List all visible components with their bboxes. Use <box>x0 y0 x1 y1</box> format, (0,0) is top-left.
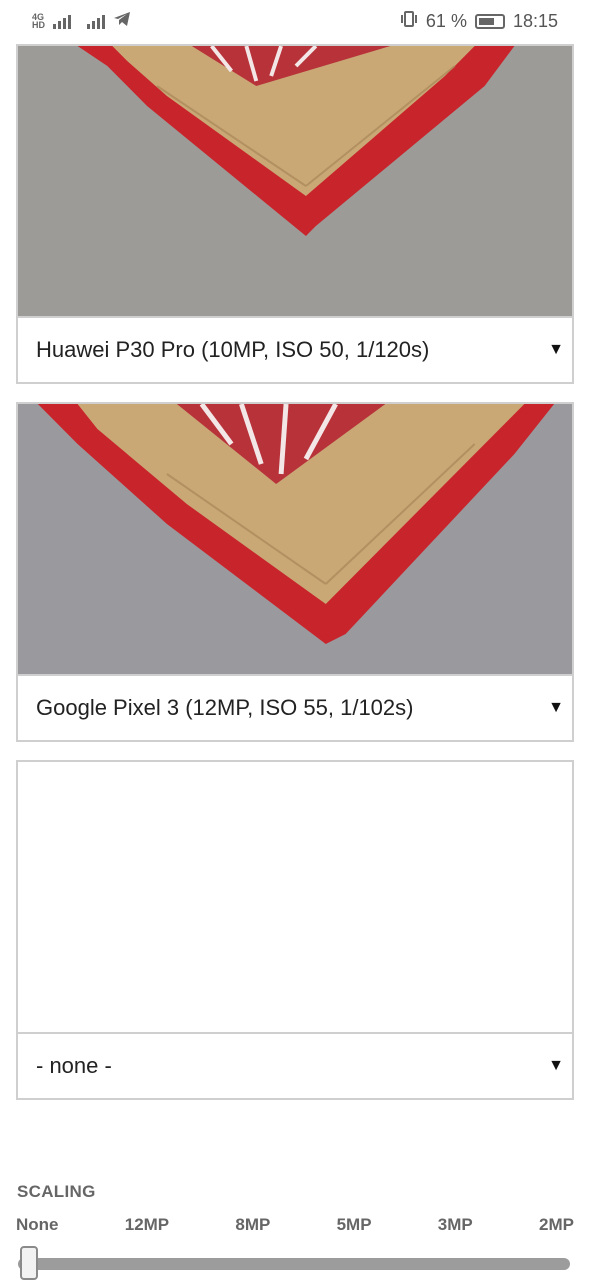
telegram-icon <box>113 11 131 32</box>
camera-select-3-value: - none - <box>36 1053 112 1078</box>
sample-photo-pixel <box>18 404 572 674</box>
scale-label-2mp[interactable]: 2MP <box>539 1215 574 1235</box>
battery-percent: 61 % <box>425 10 467 31</box>
sample-photo-huawei <box>18 46 572 316</box>
scaling-slider-track[interactable] <box>18 1258 570 1270</box>
signal-icon <box>87 13 105 29</box>
comparison-card-3: - none - ▼ <box>16 760 574 1100</box>
status-bar: 4G HD 61 % 18:15 <box>0 0 590 42</box>
comparison-card-1: Huawei P30 Pro (10MP, ISO 50, 1/120s) ▼ <box>16 44 574 384</box>
clock: 18:15 <box>512 10 558 31</box>
camera-select-1[interactable]: Huawei P30 Pro (10MP, ISO 50, 1/120s) ▼ <box>18 316 572 382</box>
network-tag-bottom: HD <box>32 20 45 30</box>
network-type-icon: 4G HD <box>32 13 45 30</box>
comparison-card-2: Google Pixel 3 (12MP, ISO 55, 1/102s) ▼ <box>16 402 574 742</box>
camera-select-2[interactable]: Google Pixel 3 (12MP, ISO 55, 1/102s) ▼ <box>18 674 572 740</box>
scaling-slider-thumb[interactable] <box>20 1246 38 1280</box>
status-left: 4G HD <box>32 11 131 32</box>
dropdown-caret-icon: ▼ <box>548 341 564 358</box>
battery-icon <box>474 13 505 29</box>
signal-icon <box>53 13 71 29</box>
scale-label-3mp[interactable]: 3MP <box>438 1215 473 1235</box>
scale-label-12mp[interactable]: 12MP <box>125 1215 169 1235</box>
camera-select-3[interactable]: - none - ▼ <box>18 1032 572 1098</box>
empty-photo-slot <box>18 762 572 1032</box>
scale-label-none[interactable]: None <box>16 1215 59 1235</box>
camera-select-1-value: Huawei P30 Pro (10MP, ISO 50, 1/120s) <box>36 337 430 362</box>
scaling-title: SCALING <box>17 1182 96 1201</box>
scale-label-8mp[interactable]: 8MP <box>235 1215 270 1235</box>
camera-select-2-value: Google Pixel 3 (12MP, ISO 55, 1/102s) <box>36 695 414 720</box>
dropdown-caret-icon: ▼ <box>548 1057 564 1074</box>
scaling-labels: None 12MP 8MP 5MP 3MP 2MP <box>16 1215 574 1235</box>
scale-label-5mp[interactable]: 5MP <box>337 1215 372 1235</box>
status-right: 61 % 18:15 <box>400 10 558 33</box>
dropdown-caret-icon: ▼ <box>548 699 564 716</box>
vibrate-icon <box>400 10 418 33</box>
